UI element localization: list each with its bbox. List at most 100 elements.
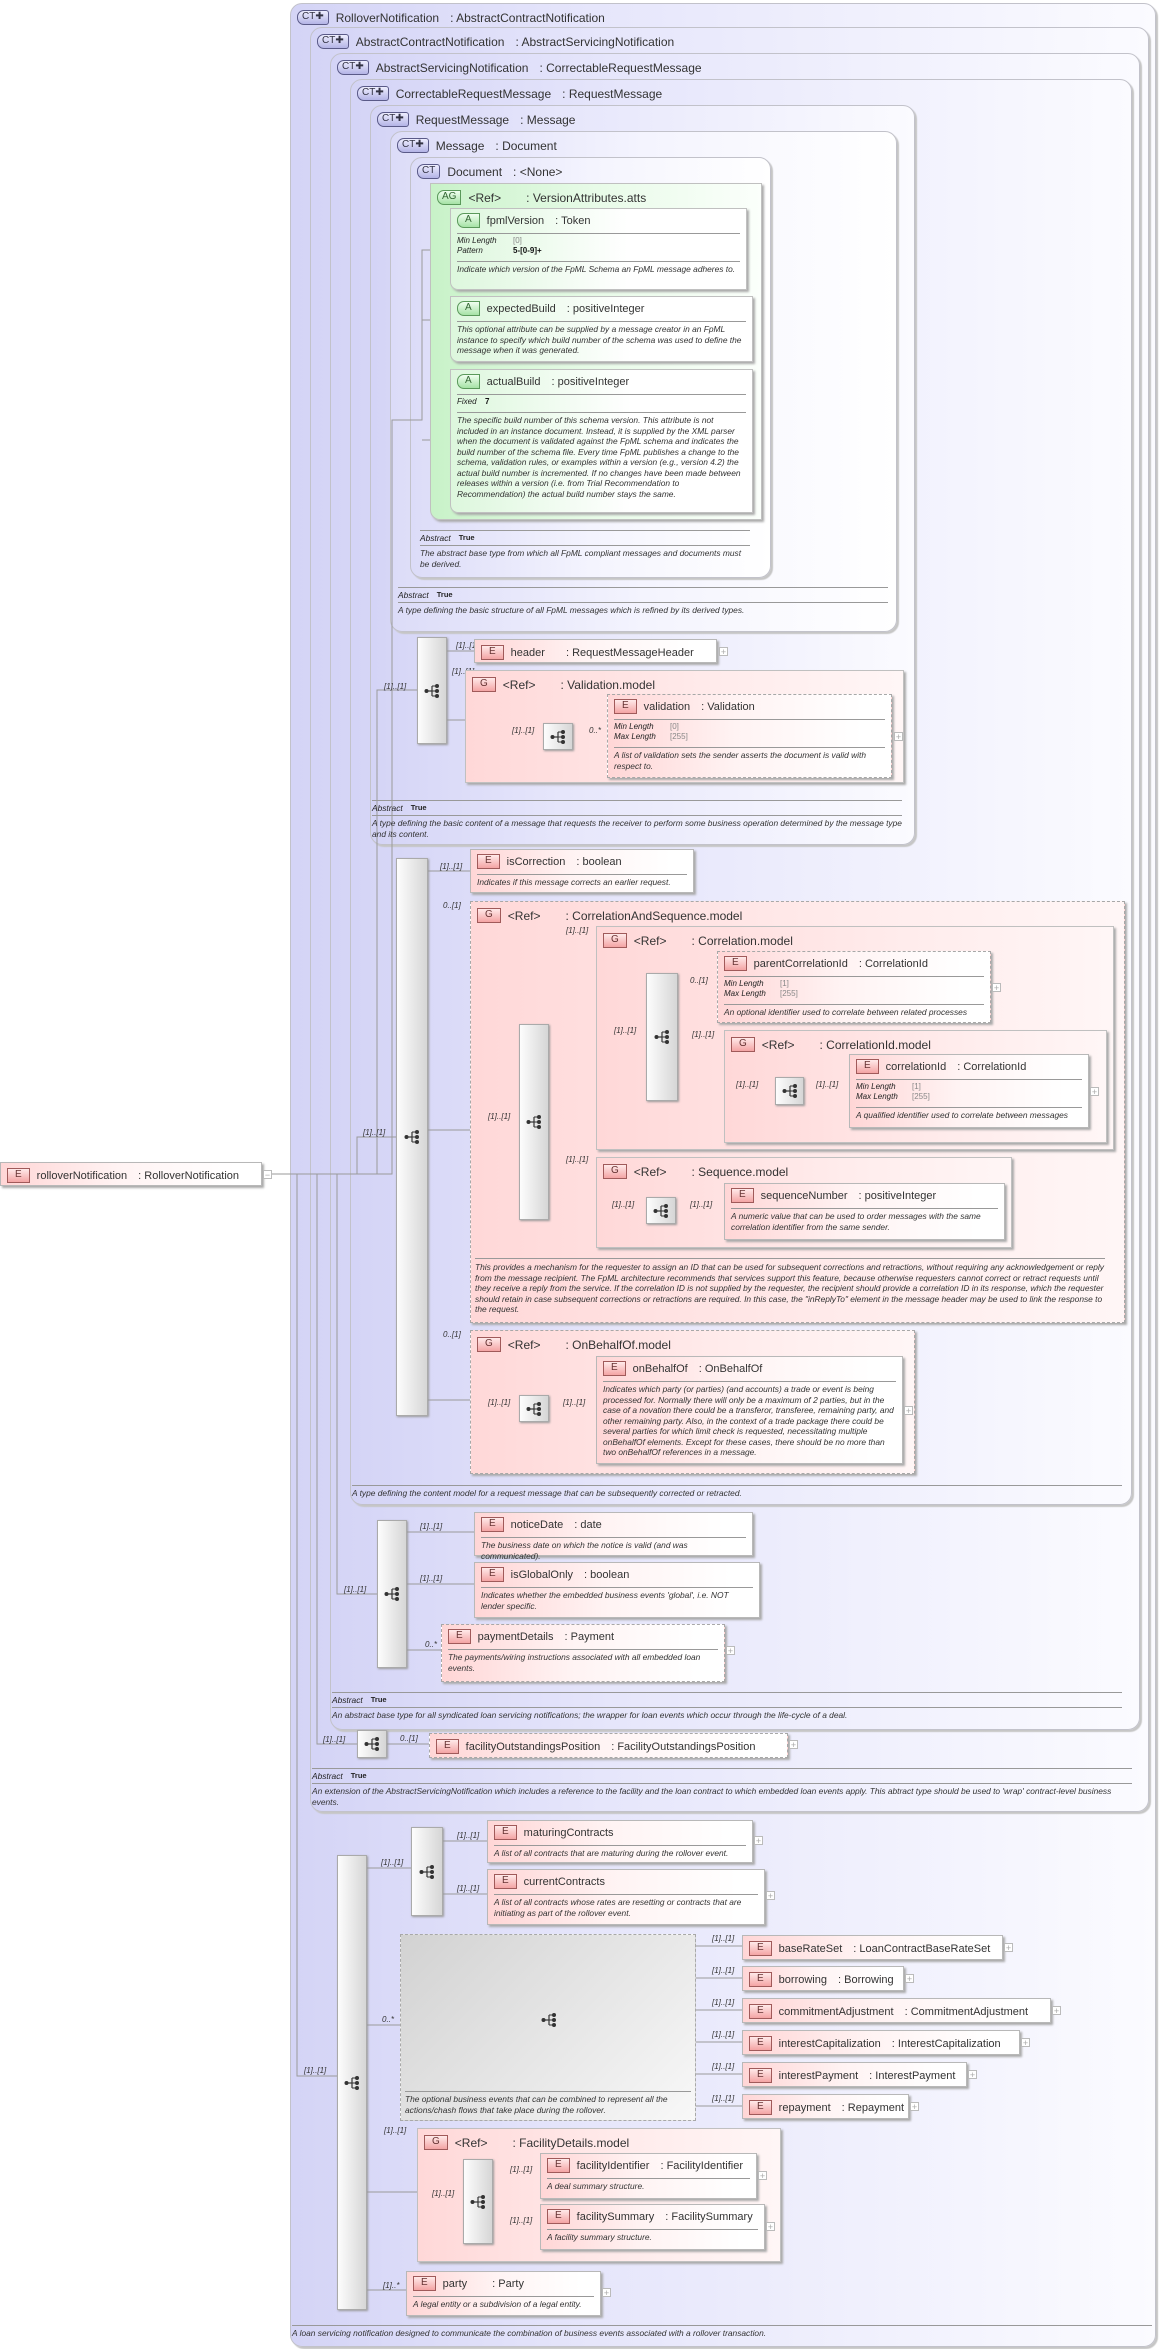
element-party[interactable]: Eparty Party A legal entity or a subdivis… [406,2271,601,2316]
cardinality: [1]..[1] [488,1112,511,1121]
sequence-compositor[interactable] [646,973,678,1101]
facet-value: [1] [780,979,789,988]
group-name: CorrelationAndSequence.model [565,909,742,923]
element-type: CorrelationId [859,958,928,970]
element-current-contracts[interactable]: EcurrentContracts A list of all contract… [487,1869,765,1925]
element-icon: E [481,645,504,660]
attribute-icon: A [457,301,480,316]
group-name: CorrelationId.model [819,1038,931,1052]
facet-value: [0] [670,722,679,731]
element-payment-details[interactable]: EpaymentDetails Payment The payments/wiri… [441,1624,725,1682]
abstract-value: True [350,1771,367,1780]
type-description: An abstract base type for all syndicated… [332,1710,848,1720]
sequence-compositor[interactable] [417,637,447,744]
group-name: Sequence.model [691,1165,788,1179]
element-parent-correlation-id[interactable]: EparentCorrelationId CorrelationId Min Le… [717,951,991,1023]
group-icon: G [472,677,496,692]
element-type: FacilitySummary [665,2211,752,2223]
sequence-compositor[interactable] [646,1197,676,1224]
expand-icon[interactable]: + [754,1836,763,1846]
sequence-icon [424,683,440,699]
sequence-icon [526,1401,542,1417]
element-borrowing[interactable]: Eborrowing Borrowing [742,1966,904,1991]
facet-value: [255] [670,732,688,741]
element-interest-capitalization[interactable]: EinterestCapitalization InterestCapitaliz… [742,2030,1020,2055]
sequence-compositor[interactable] [463,2159,493,2244]
element-on-behalf-of[interactable]: EonBehalfOf OnBehalfOf Indicates which pa… [596,1356,903,1464]
element-validation[interactable]: Evalidation Validation Min Length [0] Max L… [607,694,892,778]
cardinality: [1]..[1] [488,1398,511,1407]
ref-label: <Ref> [507,1337,541,1352]
choice-compositor[interactable]: The optional business events that can be… [400,1934,696,2121]
abstract-label: Abstract [332,1695,363,1705]
element-icon: E [603,1361,626,1376]
element-facility-identifier[interactable]: EfacilityIdentifier FacilityIdentifier A … [540,2153,757,2199]
element-is-global-only[interactable]: EisGlobalOnly boolean Indicates whether t… [474,1562,760,1618]
sequence-compositor[interactable] [519,1395,549,1422]
element-base-rate-set[interactable]: EbaseRateSet LoanContractBaseRateSet [742,1935,1003,1960]
sequence-icon [419,1864,435,1880]
element-facility-outstandings-position[interactable]: EfacilityOutstandingsPosition FacilityOut… [429,1733,788,1758]
element-name: currentContracts [523,1875,605,1888]
cardinality: 0..[1] [400,1734,418,1743]
element-is-correction[interactable]: EisCorrection boolean Indicates if this m… [470,849,694,893]
expand-icon[interactable]: + [789,1740,798,1750]
element-maturing-contracts[interactable]: EmaturingContracts A list of all contrac… [487,1820,753,1863]
expand-icon[interactable]: + [1052,2006,1061,2016]
sequence-compositor[interactable] [357,1730,387,1758]
element-repayment[interactable]: Erepayment Repayment [742,2094,909,2119]
element-type: boolean [576,856,621,868]
sequence-compositor[interactable] [377,1520,407,1668]
element-notice-date[interactable]: EnoticeDate date The business date on whi… [474,1512,753,1561]
element-facility-summary[interactable]: EfacilitySummary FacilitySummary A facili… [540,2204,765,2250]
element-icon: E [614,699,637,714]
collapse-icon[interactable]: − [263,1170,272,1180]
attribute-fpml-version: AfpmlVersion Token Min Length [0] Pattern 5-… [450,208,747,290]
expand-icon[interactable]: + [992,983,1001,993]
ref-label: <Ref> [633,933,667,948]
sequence-compositor[interactable] [543,723,573,750]
sequence-compositor[interactable] [519,1024,549,1220]
element-type: RolloverNotification [138,1170,239,1182]
type-description: A type defining the basic structure of a… [398,605,745,615]
element-icon: E [413,2276,436,2291]
expand-icon[interactable]: + [910,2102,919,2112]
expand-icon[interactable]: + [726,1646,735,1656]
expand-icon[interactable]: + [1021,2038,1030,2048]
expand-icon[interactable]: + [1004,1943,1013,1953]
element-sequence-number[interactable]: EsequenceNumber positiveInteger A numeric… [724,1183,1005,1240]
root-element-rollover-notification[interactable]: ErolloverNotification RolloverNotificatio… [0,1162,262,1186]
cardinality: [1]..[1] [712,2030,735,2039]
expand-icon[interactable]: + [758,2171,767,2181]
group-description: This provides a mechanism for the reques… [475,1258,1105,1315]
element-type: boolean [584,1569,629,1581]
expand-icon[interactable]: + [602,2288,611,2298]
facet-value: [1] [912,1082,921,1091]
sequence-compositor[interactable] [775,1077,804,1105]
element-description: A list of validation sets the sender ass… [614,750,866,771]
sequence-compositor[interactable] [337,1855,367,2310]
attribute-description: The specific build number of this schema… [457,415,741,499]
expand-icon[interactable]: + [766,1891,775,1901]
sequence-icon [653,1203,669,1219]
expand-icon[interactable]: + [719,647,728,657]
element-name: baseRateSet [778,1942,843,1955]
expand-icon[interactable]: + [1090,1087,1099,1097]
choice-description: The optional business events that can be… [405,2091,691,2115]
facet-label: Min Length [724,979,764,988]
element-correlation-id[interactable]: EcorrelationId CorrelationId Min Length [1… [849,1054,1089,1128]
sequence-compositor[interactable] [396,858,428,1416]
expand-icon[interactable]: + [766,2222,775,2232]
element-name: header [510,646,545,659]
type-description: A loan servicing notification designed t… [292,2325,1152,2339]
element-icon: E [547,2158,570,2173]
expand-icon[interactable]: + [968,2070,977,2080]
expand-icon[interactable]: + [894,732,903,742]
element-interest-payment[interactable]: EinterestPayment InterestPayment [742,2062,967,2087]
sequence-compositor[interactable] [411,1827,443,1916]
expand-icon[interactable]: + [904,1406,913,1416]
element-commitment-adjustment[interactable]: EcommitmentAdjustment CommitmentAdjustmen… [742,1998,1051,2023]
expand-icon[interactable]: + [905,1974,914,1984]
element-header[interactable]: Eheader RequestMessageHeader [474,639,717,663]
facet-value: 5-[0-9]+ [513,246,542,255]
